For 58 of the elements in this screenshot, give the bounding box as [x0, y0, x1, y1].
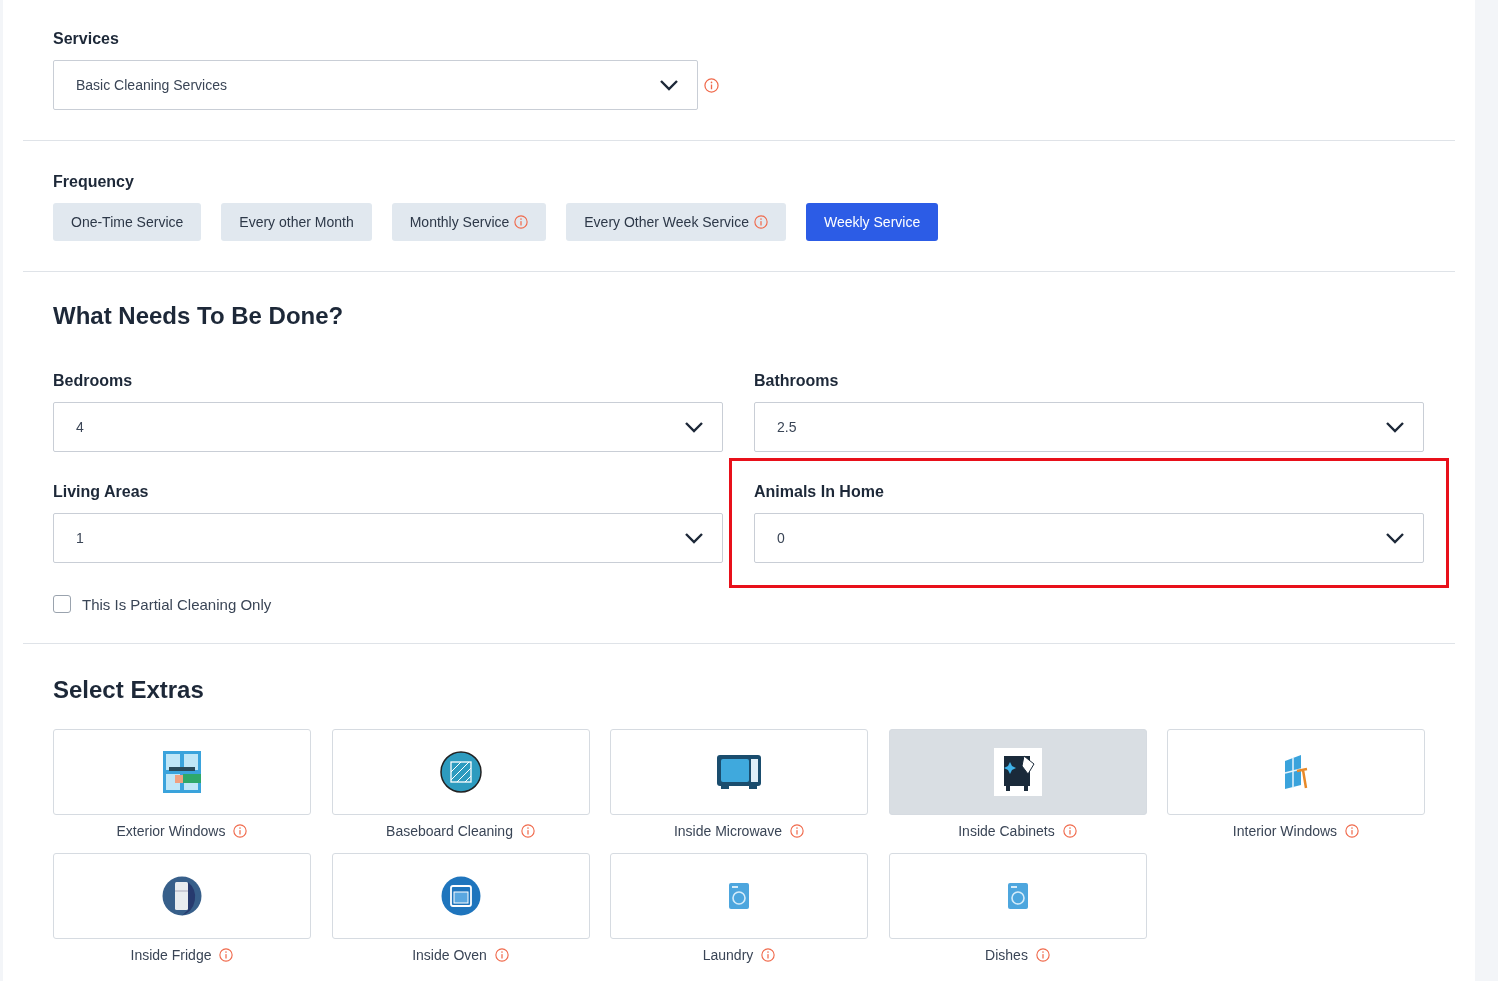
- field-label: Bedrooms: [53, 372, 134, 390]
- number-dropdown[interactable]: 1: [53, 513, 723, 563]
- number-dropdown[interactable]: 4: [53, 402, 723, 452]
- info-icon[interactable]: [1062, 824, 1077, 838]
- section-heading: What Needs To Be Done?: [53, 302, 345, 330]
- window-squeegee-icon: [1283, 753, 1309, 791]
- floor-tile-icon: [439, 751, 482, 793]
- checkbox[interactable]: [53, 595, 71, 613]
- chevron-down-icon: [684, 532, 704, 544]
- section-label: Frequency: [53, 173, 135, 191]
- fridge-icon: [162, 876, 202, 916]
- washing-machine-icon: [1007, 883, 1028, 909]
- extra-label: Inside Microwave: [673, 823, 783, 839]
- extra-card[interactable]: [53, 853, 311, 939]
- oven-icon: [440, 876, 481, 916]
- info-icon[interactable]: [520, 824, 535, 838]
- info-icon[interactable]: [753, 215, 768, 229]
- number-dropdown[interactable]: 2.5: [754, 402, 1424, 452]
- extra-label: Laundry: [702, 947, 754, 963]
- cabinet-icon: [993, 748, 1042, 796]
- microwave-icon: [716, 754, 762, 790]
- info-icon[interactable]: [514, 215, 529, 229]
- info-icon[interactable]: [219, 948, 234, 962]
- field-label: Animals In Home: [754, 483, 885, 501]
- number-dropdown[interactable]: 0: [754, 513, 1424, 563]
- extra-label: Inside Fridge: [130, 947, 212, 963]
- extra-label: Interior Windows: [1232, 823, 1338, 839]
- extra-label: Inside Cabinets: [958, 823, 1055, 839]
- info-icon[interactable]: [1035, 948, 1050, 962]
- window-cleaning-icon: [163, 751, 201, 793]
- chevron-down-icon: [1385, 532, 1405, 544]
- field-label: Bathrooms: [754, 372, 840, 390]
- section-heading: Select Extras: [53, 676, 205, 704]
- services-dropdown[interactable]: Basic Cleaning Services: [53, 60, 698, 110]
- info-icon[interactable]: [233, 824, 248, 838]
- frequency-option[interactable]: Weekly Service: [805, 203, 939, 241]
- chevron-down-icon: [659, 79, 679, 91]
- extra-label: Baseboard Cleaning: [386, 823, 513, 839]
- info-icon[interactable]: [704, 77, 719, 93]
- info-icon[interactable]: [494, 948, 509, 962]
- extra-card[interactable]: [888, 729, 1147, 815]
- frequency-option[interactable]: Every Other Week Service: [566, 203, 786, 241]
- field-label: Living Areas: [53, 483, 150, 501]
- info-icon[interactable]: [790, 824, 805, 838]
- chevron-down-icon: [1385, 421, 1405, 433]
- extra-label: Inside Oven: [412, 947, 487, 963]
- extra-card[interactable]: [610, 729, 868, 815]
- info-icon[interactable]: [1345, 824, 1360, 838]
- info-icon[interactable]: [761, 948, 776, 962]
- chevron-down-icon: [684, 421, 704, 433]
- extra-label: Exterior Windows: [116, 823, 226, 839]
- section-label: Services: [53, 30, 120, 48]
- frequency-option[interactable]: One-Time Service: [53, 203, 202, 241]
- frequency-option[interactable]: Monthly Service: [391, 203, 547, 241]
- extra-label: Dishes: [985, 947, 1028, 963]
- checkbox-label: This Is Partial Cleaning Only: [82, 595, 272, 613]
- washing-machine-icon: [729, 883, 749, 909]
- frequency-option[interactable]: Every other Month: [221, 203, 372, 241]
